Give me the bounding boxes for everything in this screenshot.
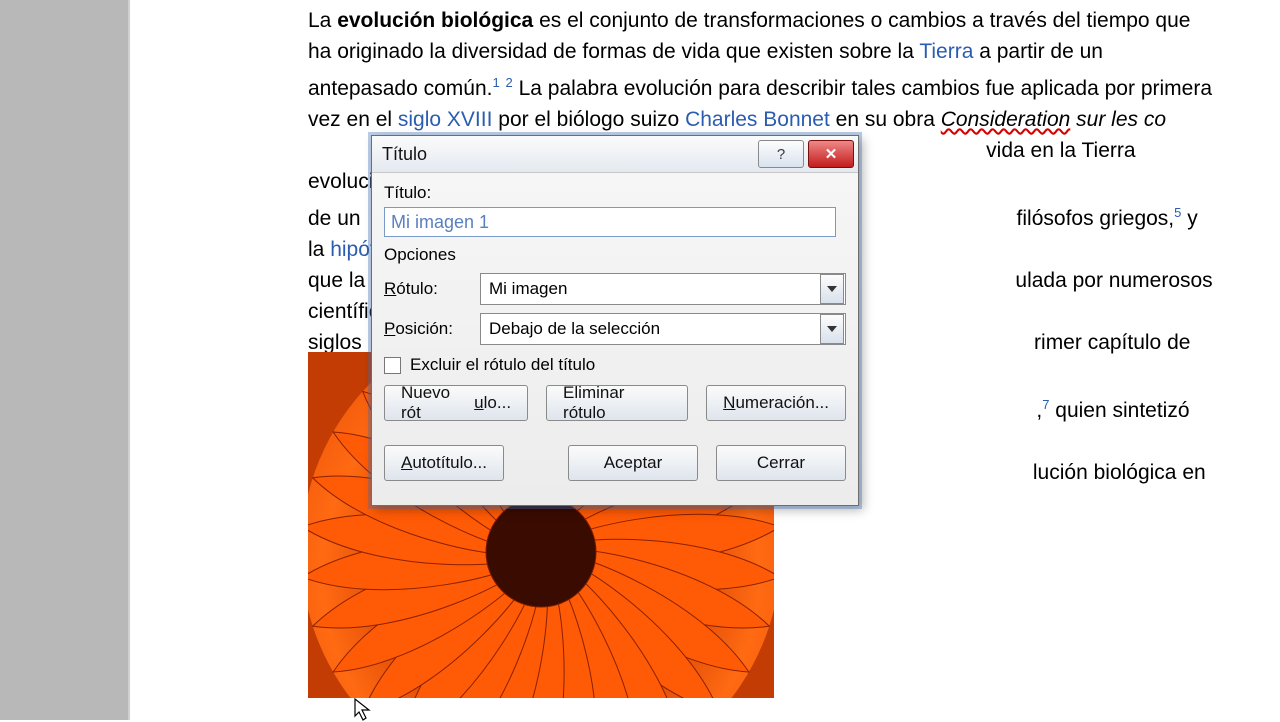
posicion-combo[interactable]: Debajo de la selección [480, 313, 846, 345]
rotulo-value: Mi imagen [481, 279, 820, 299]
text-italic: sur les co [1070, 108, 1166, 131]
rotulo-combo[interactable]: Mi imagen [480, 273, 846, 305]
exclude-label-text: Excluir el rótulo del título [410, 355, 595, 375]
autotitulo-button[interactable]: Autotítulo... [384, 445, 504, 481]
eliminar-rotulo-button[interactable]: Eliminar rótulo [546, 385, 688, 421]
chevron-down-icon[interactable] [820, 274, 844, 304]
link-tierra[interactable]: Tierra [919, 40, 973, 63]
text: que la [308, 269, 371, 292]
caption-dialog: Título ? ✕ Título: Opciones Rótulo: Mi i… [371, 135, 859, 506]
text: por el biólogo suizo [492, 108, 685, 131]
link-bonnet[interactable]: Charles Bonnet [685, 108, 830, 131]
text: en su obra [830, 108, 941, 131]
text-bold: evolución biológica [337, 9, 533, 32]
help-button[interactable]: ? [758, 140, 804, 168]
cerrar-button[interactable]: Cerrar [716, 445, 846, 481]
label-titulo: Título: [384, 183, 846, 203]
dialog-title: Título [382, 144, 427, 165]
paper-edge [128, 0, 170, 720]
text: filósofos griegos, [1011, 207, 1174, 230]
label-posicion: Posición: [384, 319, 480, 339]
dialog-titlebar[interactable]: Título ? ✕ [372, 136, 858, 173]
cursor-icon [354, 698, 374, 722]
posicion-value: Debajo de la selección [481, 319, 820, 339]
page-margin [0, 0, 128, 720]
footnote-ref[interactable]: 1 [492, 75, 499, 90]
section-opciones: Opciones [384, 245, 846, 265]
close-button[interactable]: ✕ [808, 140, 854, 168]
text: La [308, 9, 337, 32]
aceptar-button[interactable]: Aceptar [568, 445, 698, 481]
numeracion-button[interactable]: Numeración... [706, 385, 846, 421]
text: siglos [308, 331, 362, 354]
close-icon: ✕ [825, 145, 838, 163]
titulo-input[interactable] [384, 207, 836, 237]
footnote-ref[interactable]: 2 [506, 75, 513, 90]
text: de un [308, 207, 366, 230]
label-rotulo: Rótulo: [384, 279, 480, 299]
chevron-down-icon[interactable] [820, 314, 844, 344]
link-siglo[interactable]: siglo XVIII [398, 108, 493, 131]
exclude-label-checkbox[interactable] [384, 357, 401, 374]
question-icon: ? [777, 146, 785, 163]
text-italic-spellflag: Consideration [941, 108, 1071, 131]
nuevo-rotulo-button[interactable]: Nuevo rótulo... [384, 385, 528, 421]
